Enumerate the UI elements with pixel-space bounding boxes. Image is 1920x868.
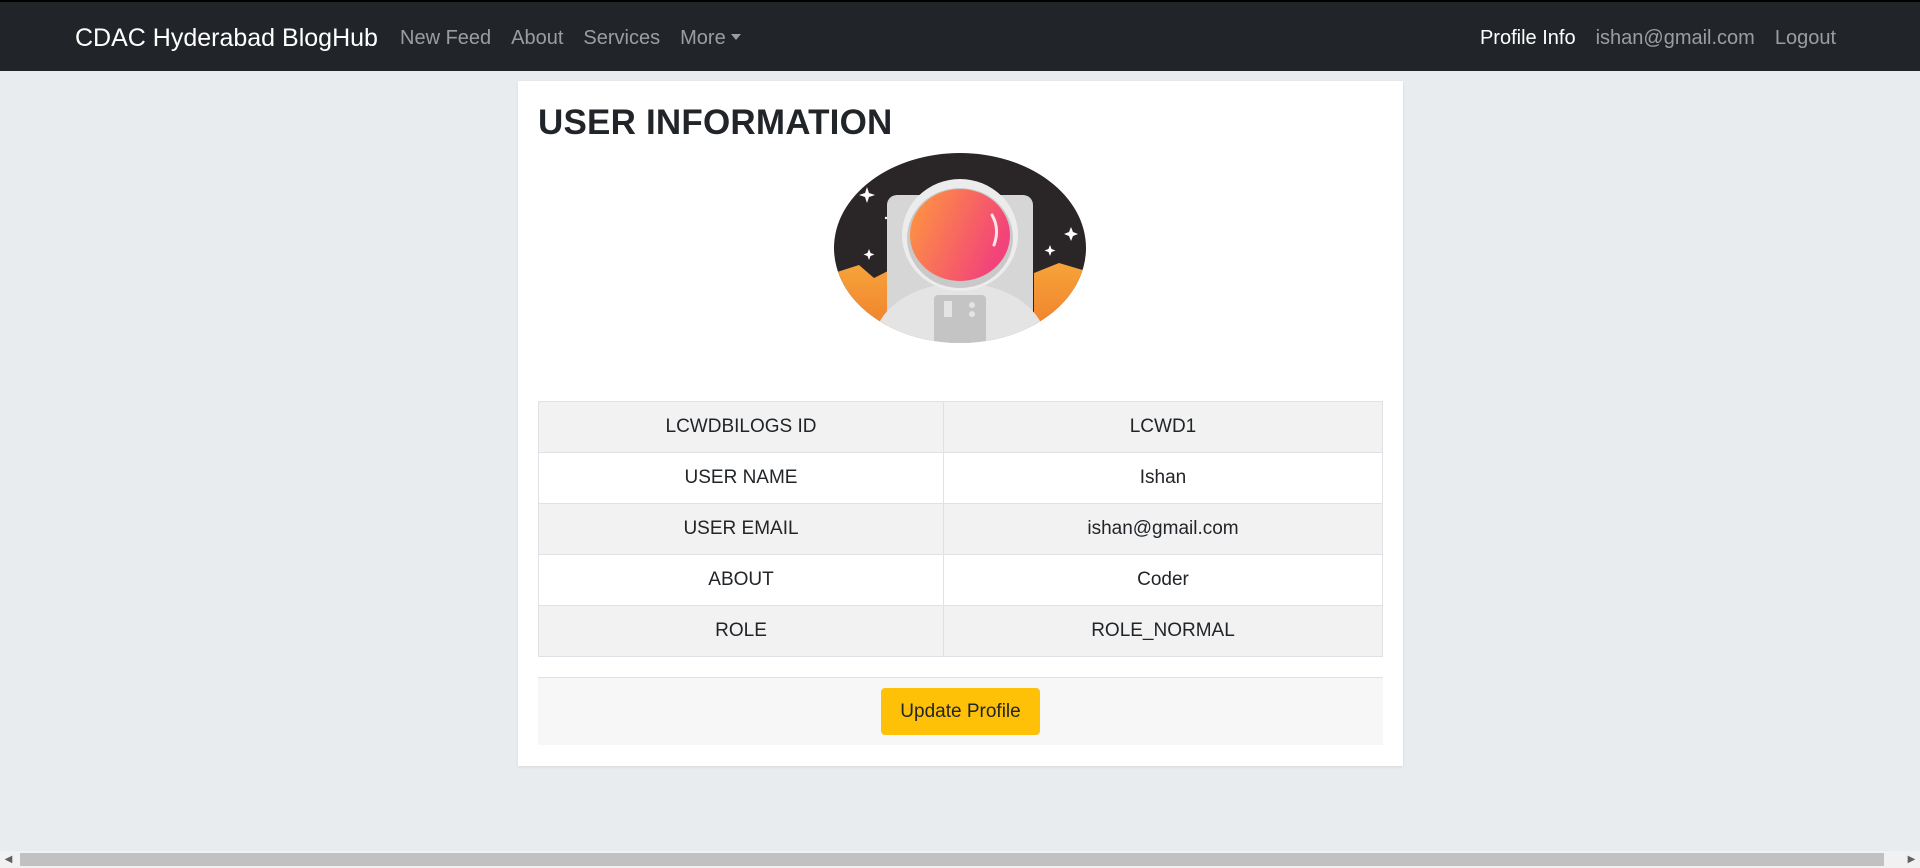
row-label-id: LCWDBILOGS ID: [538, 401, 944, 453]
update-profile-button[interactable]: Update Profile: [881, 688, 1040, 735]
nav-link-logout[interactable]: Logout: [1775, 27, 1836, 50]
row-label-about: ABOUT: [538, 554, 944, 606]
user-info-table: LCWDBILOGS ID LCWD1 USER NAME Ishan USER…: [538, 401, 1383, 657]
row-value-username: Ishan: [943, 452, 1383, 504]
nav-dropdown-more-label: More: [680, 27, 726, 49]
user-info-card: USER INFORMATION LCWDBILOGS ID LCWD1 USE…: [518, 81, 1403, 766]
nav-link-about[interactable]: About: [511, 27, 563, 50]
scroll-right-arrow-icon[interactable]: ▶: [1903, 851, 1920, 868]
nav-link-new-feed[interactable]: New Feed: [400, 27, 491, 50]
brand-link[interactable]: CDAC Hyderabad BlogHub: [75, 24, 378, 53]
caret-down-icon: [730, 34, 741, 40]
row-label-role: ROLE: [538, 605, 944, 657]
horizontal-scrollbar[interactable]: ◀ ▶: [0, 851, 1920, 868]
table-row: LCWDBILOGS ID LCWD1: [538, 401, 1383, 453]
nav-link-user-email[interactable]: ishan@gmail.com: [1596, 27, 1755, 50]
card-footer: Update Profile: [538, 677, 1383, 745]
page-title: USER INFORMATION: [538, 103, 893, 142]
table-row: ABOUT Coder: [538, 554, 1383, 606]
nav-right-group: Profile Info ishan@gmail.com Logout: [1460, 27, 1836, 50]
table-row: USER NAME Ishan: [538, 452, 1383, 504]
table-row: ROLE ROLE_NORMAL: [538, 605, 1383, 657]
nav-link-services[interactable]: Services: [583, 27, 660, 50]
top-navbar: CDAC Hyderabad BlogHub New Feed About Se…: [0, 0, 1920, 71]
nav-left-group: New Feed About Services More: [400, 27, 761, 50]
nav-dropdown-more[interactable]: More: [680, 27, 741, 50]
scroll-left-arrow-icon[interactable]: ◀: [0, 851, 17, 868]
table-row: USER EMAIL ishan@gmail.com: [538, 503, 1383, 555]
row-label-username: USER NAME: [538, 452, 944, 504]
row-value-email: ishan@gmail.com: [943, 503, 1383, 555]
row-value-role: ROLE_NORMAL: [943, 605, 1383, 657]
row-label-email: USER EMAIL: [538, 503, 944, 555]
nav-link-profile-info[interactable]: Profile Info: [1480, 27, 1576, 50]
row-value-id: LCWD1: [943, 401, 1383, 453]
row-value-about: Coder: [943, 554, 1383, 606]
astronaut-avatar-icon[interactable]: [834, 153, 1086, 343]
scrollbar-thumb[interactable]: [20, 853, 1884, 866]
